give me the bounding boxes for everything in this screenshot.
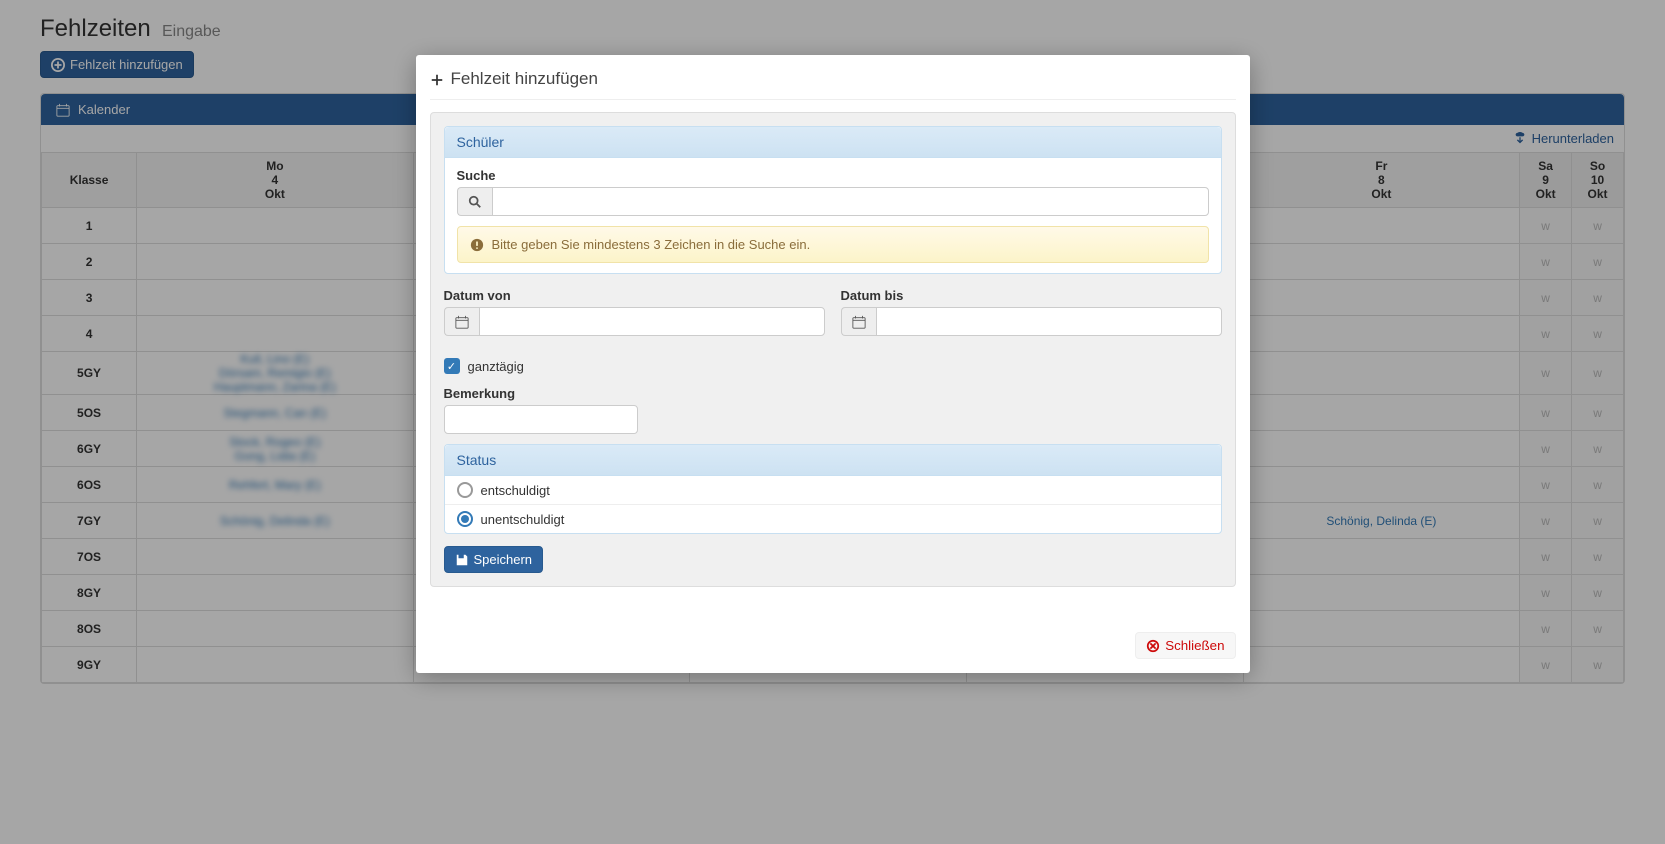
modal-title: Fehlzeit hinzufügen <box>430 69 1236 100</box>
allday-checkbox-row[interactable]: ✓ ganztägig <box>444 358 1222 374</box>
search-addon <box>457 187 492 216</box>
status-panel-heading: Status <box>445 445 1221 476</box>
modal-form: Schüler Suche <box>430 112 1236 587</box>
date-to-addon[interactable] <box>841 307 876 336</box>
date-from-input[interactable] <box>479 307 825 336</box>
search-label: Suche <box>457 168 1209 183</box>
date-to-input[interactable] <box>876 307 1222 336</box>
calendar-icon <box>852 315 866 329</box>
close-button[interactable]: Schließen <box>1135 632 1235 659</box>
plus-icon <box>430 72 444 86</box>
radio-icon <box>457 511 473 527</box>
save-label: Speichern <box>474 552 533 567</box>
status-option[interactable]: unentschuldigt <box>445 504 1221 533</box>
student-panel: Schüler Suche <box>444 126 1222 274</box>
status-panel: Status entschuldigt unentschuldigt <box>444 444 1222 534</box>
exclamation-icon <box>470 238 484 252</box>
status-option-label: unentschuldigt <box>481 512 565 527</box>
date-to-label: Datum bis <box>841 288 1222 303</box>
date-from-label: Datum von <box>444 288 825 303</box>
save-button[interactable]: Speichern <box>444 546 544 573</box>
save-icon <box>455 553 469 567</box>
note-label: Bemerkung <box>444 386 1222 401</box>
calendar-icon <box>455 315 469 329</box>
close-icon <box>1146 639 1160 653</box>
allday-checkbox[interactable]: ✓ <box>444 358 460 374</box>
student-panel-heading: Schüler <box>445 127 1221 158</box>
allday-label: ganztägig <box>468 359 524 374</box>
search-warning-text: Bitte geben Sie mindestens 3 Zeichen in … <box>492 237 811 252</box>
search-input[interactable] <box>492 187 1209 216</box>
radio-icon <box>457 482 473 498</box>
add-absence-modal: Fehlzeit hinzufügen Schüler Suche <box>416 55 1250 673</box>
search-icon <box>468 195 482 209</box>
modal-title-text: Fehlzeit hinzufügen <box>451 69 598 89</box>
status-option[interactable]: entschuldigt <box>445 476 1221 504</box>
search-warning: Bitte geben Sie mindestens 3 Zeichen in … <box>457 226 1209 263</box>
date-from-addon[interactable] <box>444 307 479 336</box>
status-option-label: entschuldigt <box>481 483 550 498</box>
note-input[interactable] <box>444 405 638 434</box>
close-label: Schließen <box>1165 638 1224 653</box>
